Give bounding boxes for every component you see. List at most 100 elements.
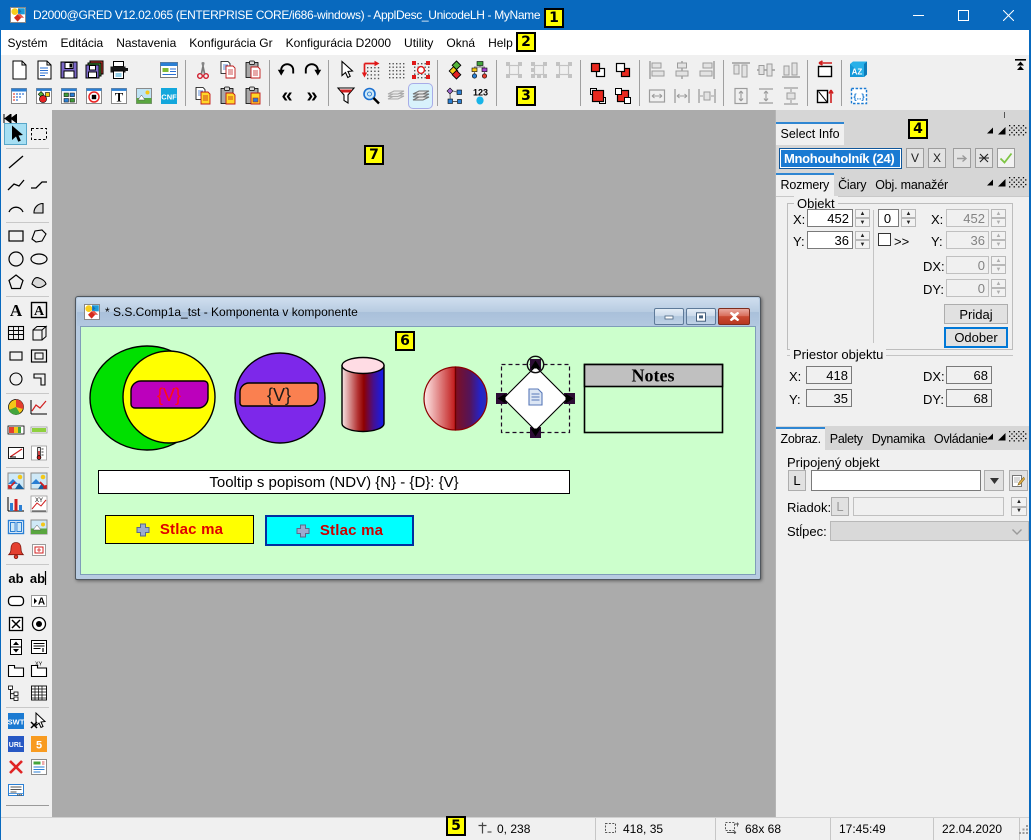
tool-segmented-line[interactable] [27, 174, 50, 196]
tool-picture-import[interactable] [4, 470, 27, 492]
stlac-ma-button-cyan[interactable]: Stlac ma [265, 515, 414, 546]
tool-bar-graph[interactable] [4, 493, 27, 515]
mdi-close-button[interactable] [718, 308, 750, 325]
step-field[interactable]: 0 [878, 209, 899, 227]
tool-statusbar-control[interactable] [4, 779, 27, 801]
bring-forward-button[interactable] [585, 57, 610, 83]
tool-spinner-tool[interactable] [4, 636, 27, 658]
tool-thermometer[interactable] [27, 442, 50, 464]
bitmap-button[interactable] [131, 83, 156, 109]
scheme-list-button[interactable] [6, 83, 31, 109]
numbering-123-button[interactable]: 123 [467, 83, 492, 109]
tool-rectangle[interactable] [4, 225, 27, 247]
selected-diamond-component[interactable] [496, 356, 575, 438]
tool-report-control[interactable] [27, 756, 50, 778]
stlac-ma-button-yellow[interactable]: Stlac ma [105, 515, 254, 544]
tab-rozmery[interactable]: Rozmery [776, 173, 834, 196]
shape-circles-green-yellow[interactable]: {V} [90, 346, 215, 450]
copy-attributes-button[interactable] [190, 83, 215, 109]
x-spinner[interactable]: ▲▼ [855, 209, 870, 227]
object-dropdown-button[interactable] [984, 470, 1004, 491]
tool-text-boxed[interactable]: A [27, 299, 50, 321]
graph-palette-button[interactable] [31, 83, 56, 109]
record-button[interactable] [81, 83, 106, 109]
bring-to-front-button[interactable] [585, 83, 610, 109]
toolbar-collapse-icon[interactable] [1014, 58, 1028, 72]
tool-xy-graph[interactable]: XY [27, 493, 50, 515]
deselect-button[interactable]: X [928, 148, 946, 168]
tool-entry-field[interactable]: ab [27, 567, 50, 589]
relative-checkbox[interactable] [878, 233, 891, 246]
dock-grip-icon[interactable] [985, 431, 1028, 446]
paste-button[interactable] [240, 57, 265, 83]
drawing-canvas[interactable]: * S.S.Comp1a_tst - Komponenta v komponen… [52, 110, 775, 817]
rename-az-button[interactable]: AZ [846, 57, 871, 83]
tool-columns-view[interactable] [4, 516, 27, 538]
color-palette-button[interactable] [442, 57, 467, 83]
next-button[interactable]: » [299, 83, 324, 109]
tool-push-button[interactable] [4, 590, 27, 612]
redo-button[interactable] [299, 57, 324, 83]
tool-ellipse[interactable] [27, 248, 50, 270]
menu-konfigur-cia-d2000[interactable]: Konfigurácia D2000 [279, 32, 397, 54]
close-button[interactable] [986, 0, 1031, 30]
object-browser-button[interactable] [467, 57, 492, 83]
tool-select-marquee[interactable] [27, 123, 50, 145]
open-scheme-button[interactable] [31, 57, 56, 83]
tool-url-control[interactable]: URL [4, 733, 27, 755]
tab-palety[interactable]: Palety [825, 428, 867, 450]
tool-circle[interactable] [4, 248, 27, 270]
tab-zobraz-[interactable]: Zobraz. [776, 427, 825, 450]
dock-grip-icon[interactable] [985, 176, 1028, 191]
tool-checkbox-tool[interactable] [4, 613, 27, 635]
mdi-title-bar[interactable]: * S.S.Comp1a_tst - Komponenta v komponen… [77, 298, 759, 326]
tab-obj-mana-r[interactable]: Obj. manažér [871, 174, 953, 196]
tool-display-field[interactable]: A [27, 590, 50, 612]
connections-button[interactable] [442, 83, 467, 109]
tool-table[interactable] [4, 322, 27, 344]
tool-multiline-text[interactable] [27, 636, 50, 658]
previous-button[interactable]: « [274, 83, 299, 109]
window-list-button[interactable] [56, 83, 81, 109]
tool-pie-arc[interactable] [27, 197, 50, 219]
rotate-button[interactable] [812, 83, 837, 109]
x-field[interactable]: 452 [807, 209, 853, 227]
tool-picture-link[interactable] [27, 470, 50, 492]
save-all-button[interactable] [81, 57, 106, 83]
y-spinner[interactable]: ▲▼ [855, 231, 870, 249]
panel-top-grip[interactable] [776, 110, 1031, 118]
send-backward-button[interactable] [610, 57, 635, 83]
selected-object-field[interactable]: Mnohouholník (24) [779, 148, 902, 169]
tool-circle-plain[interactable] [4, 368, 27, 390]
menu-okn-[interactable]: Okná [440, 32, 482, 54]
mdi-minimize-button[interactable] [654, 308, 684, 325]
window-properties-button[interactable] [156, 57, 181, 83]
menu-konfigur-cia-gr[interactable]: Konfigurácia Gr [183, 32, 279, 54]
send-to-back-button[interactable] [610, 83, 635, 109]
snap-grid-button[interactable] [408, 57, 433, 83]
shape-circle-purple[interactable]: {V} [235, 353, 325, 443]
l-button[interactable]: L [788, 470, 806, 491]
menu-help[interactable]: Help [482, 32, 520, 54]
tool-select-arrow[interactable] [4, 123, 27, 145]
cnf-button[interactable]: CNF [156, 83, 181, 109]
riadok-spinner[interactable]: ▲▼ [1011, 497, 1027, 516]
substitutions-button[interactable]: {..} [846, 83, 871, 109]
object-edit-button[interactable] [1009, 470, 1028, 491]
tab--iary[interactable]: Čiary [834, 174, 871, 196]
menu-nastavenia[interactable]: Nastavenia [110, 32, 183, 54]
minimize-button[interactable] [896, 0, 941, 30]
tool-image[interactable] [27, 516, 50, 538]
paste-special-button[interactable] [240, 83, 265, 109]
paste-attributes-button[interactable] [215, 83, 240, 109]
tool-gauge[interactable] [4, 442, 27, 464]
zoom-button[interactable] [358, 83, 383, 109]
shape-cylinder[interactable] [342, 358, 384, 432]
save-button[interactable] [56, 57, 81, 83]
tab-select-info[interactable]: Select Info [776, 122, 844, 145]
tool-pie-chart[interactable] [4, 396, 27, 418]
print-button[interactable] [106, 57, 131, 83]
y-field[interactable]: 36 [807, 231, 853, 249]
copy-button[interactable] [215, 57, 240, 83]
odober-button[interactable]: Odober [944, 327, 1008, 348]
